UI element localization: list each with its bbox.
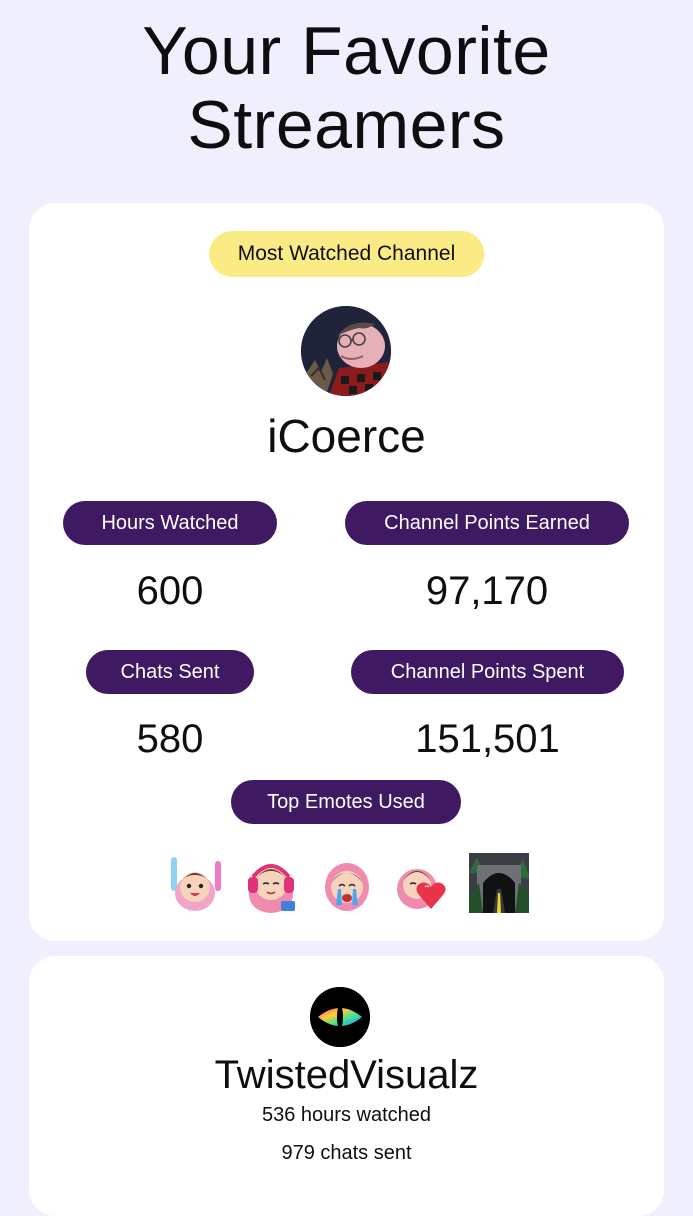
emote-list	[29, 853, 664, 913]
emote-tunnel-icon[interactable]	[468, 853, 529, 913]
channel-points-earned-label: Channel Points Earned	[345, 501, 629, 545]
page-title-line-2: Streamers	[187, 87, 506, 163]
second-streamer-avatar[interactable]	[310, 987, 370, 1047]
hours-watched-label: Hours Watched	[63, 501, 277, 545]
hours-watched-value: 600	[136, 569, 204, 613]
second-streamer-name[interactable]: TwistedVisualz	[29, 1052, 664, 1098]
chats-sent-label: Chats Sent	[86, 650, 254, 694]
emote-heart-icon[interactable]	[393, 853, 453, 913]
hours-watched-text: 536 hours watched	[261, 1104, 431, 1126]
avatar-portrait-icon	[301, 306, 391, 396]
cat-eye-icon	[310, 987, 370, 1047]
emote-crying-icon[interactable]	[317, 853, 377, 913]
channel-points-spent-value: 151,501	[415, 717, 560, 761]
emote-headphones-icon[interactable]	[241, 853, 301, 913]
channel-points-spent-label: Channel Points Spent	[351, 650, 624, 694]
chats-sent-value: 580	[136, 717, 204, 761]
page-title: Your Favorite Streamers	[0, 14, 693, 162]
streamer-name[interactable]: iCoerce	[29, 409, 664, 463]
channel-points-earned-value: 97,170	[425, 569, 549, 613]
emote-rave-icon[interactable]	[165, 853, 225, 913]
most-watched-badge: Most Watched Channel	[208, 231, 485, 277]
page-title-line-1: Your Favorite	[142, 13, 551, 89]
top-emotes-label: Top Emotes Used	[231, 780, 461, 824]
top-channel-card: Most Watched Channel iCoerce Hours Watch…	[29, 203, 664, 941]
streamer-avatar[interactable]	[301, 306, 391, 396]
second-channel-card: TwistedVisualz 536 hours watched 979 cha…	[29, 956, 664, 1216]
chats-sent-text: 979 chats sent	[281, 1142, 412, 1164]
